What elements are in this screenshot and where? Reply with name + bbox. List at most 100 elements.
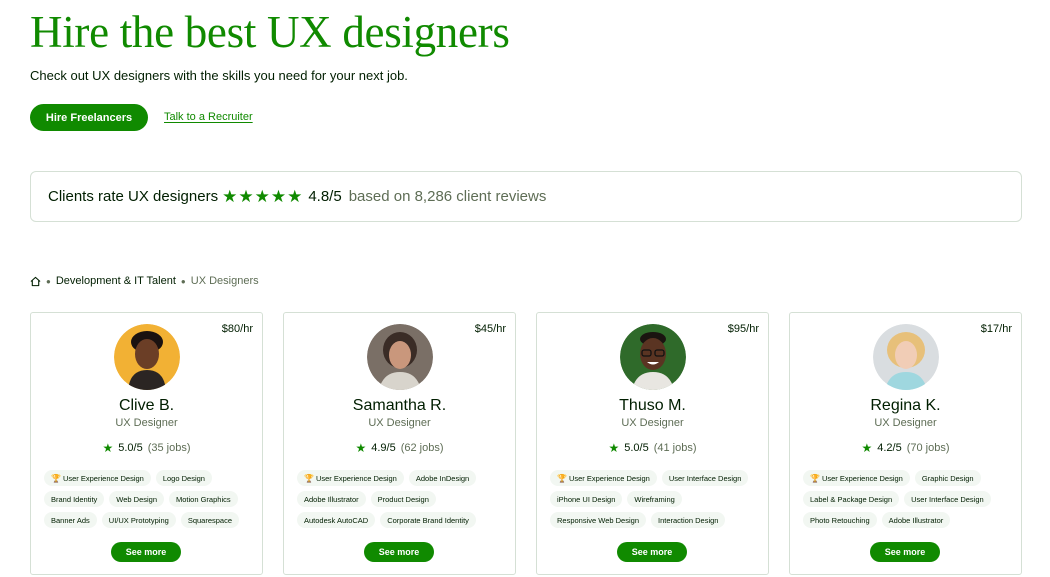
skill-tag[interactable]: Brand Identity (44, 491, 105, 507)
skill-tag[interactable]: iPhone UI Design (550, 491, 623, 507)
skill-tag-label: Product Design (377, 494, 429, 504)
hourly-rate: $45/hr (474, 323, 506, 335)
skill-tag-label: Motion Graphics (176, 494, 231, 504)
freelancer-role: UX Designer (368, 417, 431, 429)
avatar[interactable] (367, 324, 433, 390)
skill-tag-label: Adobe Illustrator (888, 515, 944, 525)
breadcrumb-category[interactable]: Development & IT Talent (56, 275, 176, 287)
star-icon: ★ (254, 187, 270, 206)
skill-tag[interactable]: 🏆 User Experience Design (550, 470, 657, 486)
star-icon: ★ (238, 187, 254, 206)
skill-tag[interactable]: Adobe Illustrator (297, 491, 366, 507)
skill-tag[interactable]: Interaction Design (651, 512, 726, 528)
see-more-button[interactable]: See more (364, 542, 434, 562)
see-more-button[interactable]: See more (617, 542, 687, 562)
skill-tag[interactable]: User Interface Design (661, 470, 749, 486)
freelancer-score: 5.0/5 (118, 442, 143, 454)
client-rating-banner: Clients rate UX designers ★ ★ ★ ★ ★ 4.8/… (30, 171, 1022, 222)
skill-tag[interactable]: Product Design (370, 491, 436, 507)
talk-to-recruiter-link[interactable]: Talk to a Recruiter (164, 111, 253, 123)
trophy-icon: 🏆 (810, 473, 820, 483)
skill-tag[interactable]: Web Design (109, 491, 164, 507)
star-icon: ★ (102, 441, 114, 455)
skill-tag-label: User Interface Design (911, 494, 984, 504)
freelancer-jobs: (35 jobs) (147, 442, 191, 454)
star-icon: ★ (270, 187, 287, 206)
page-subtitle: Check out UX designers with the skills y… (30, 68, 408, 83)
skill-tag[interactable]: Logo Design (155, 470, 212, 486)
rating-score: 4.8/5 (308, 188, 342, 205)
skill-tag-label: Graphic Design (921, 473, 974, 483)
skill-tag[interactable]: Motion Graphics (169, 491, 238, 507)
hire-freelancers-button[interactable]: Hire Freelancers (30, 104, 148, 131)
freelancer-score: 5.0/5 (624, 442, 649, 454)
breadcrumb: ● Development & IT Talent ● UX Designers (30, 275, 259, 287)
home-icon[interactable] (30, 276, 41, 287)
skill-tag[interactable]: User Interface Design (904, 491, 991, 507)
freelancer-rating: ★ 5.0/5 (41 jobs) (537, 441, 768, 455)
avatar[interactable] (873, 324, 939, 390)
skill-tag[interactable]: UI/UX Prototyping (101, 512, 176, 528)
skill-tag[interactable]: Adobe InDesign (408, 470, 477, 486)
star-icon: ★ (287, 187, 303, 206)
skill-tag[interactable]: Banner Ads (44, 512, 97, 528)
skill-tag[interactable]: 🏆 User Experience Design (44, 470, 151, 486)
skill-tag-label: iPhone UI Design (557, 494, 616, 504)
freelancer-rating: ★ 5.0/5 (35 jobs) (31, 441, 262, 455)
skill-tag[interactable]: 🏆 User Experience Design (297, 470, 404, 486)
freelancer-name[interactable]: Samantha R. (284, 397, 515, 415)
freelancer-card[interactable]: $45/hr Samantha R. UX Designer ★ 4.9/5 (… (283, 312, 516, 575)
skill-tag-label: Responsive Web Design (557, 515, 639, 525)
skill-tag[interactable]: Autodesk AutoCAD (297, 512, 376, 528)
trophy-icon: 🏆 (557, 473, 567, 483)
skill-tag-label: Corporate Brand Identity (387, 515, 469, 525)
skill-tag-label: User Experience Design (315, 473, 397, 483)
freelancer-card[interactable]: $80/hr Clive B. UX Designer ★ 5.0/5 (35 … (30, 312, 263, 575)
trophy-icon: 🏆 (51, 473, 61, 483)
freelancer-name[interactable]: Thuso M. (537, 397, 768, 415)
skill-tag[interactable]: Label & Package Design (803, 491, 900, 507)
skill-tag[interactable]: Adobe Illustrator (881, 512, 951, 528)
freelancer-rating: ★ 4.9/5 (62 jobs) (284, 441, 515, 455)
avatar[interactable] (620, 324, 686, 390)
breadcrumb-current: UX Designers (190, 275, 259, 287)
skill-tag[interactable]: Corporate Brand Identity (380, 512, 476, 528)
skill-tag-label: Autodesk AutoCAD (304, 515, 369, 525)
see-more-button[interactable]: See more (111, 542, 181, 562)
skill-tag[interactable]: Responsive Web Design (550, 512, 646, 528)
hourly-rate: $80/hr (221, 323, 253, 335)
avatar[interactable] (114, 324, 180, 390)
see-more-button[interactable]: See more (870, 542, 940, 562)
skill-tag[interactable]: Graphic Design (914, 470, 981, 486)
freelancer-card[interactable]: $95/hr Thuso M. UX Designer ★ 5.0/5 (41 … (536, 312, 769, 575)
star-icon: ★ (861, 441, 873, 455)
page-title: Hire the best UX designers (30, 7, 510, 57)
breadcrumb-separator: ● (46, 276, 51, 286)
skill-list: 🏆 User Experience Design User Interface De… (550, 470, 762, 528)
skill-tag-label: Banner Ads (51, 515, 90, 525)
rating-label: Clients rate UX designers (48, 188, 219, 205)
freelancer-jobs: (41 jobs) (653, 442, 697, 454)
freelancer-score: 4.9/5 (371, 442, 396, 454)
freelancer-card[interactable]: $17/hr Regina K. UX Designer ★ 4.2/5 (70… (789, 312, 1022, 575)
skill-tag-label: Photo Retouching (810, 515, 870, 525)
freelancer-name[interactable]: Clive B. (31, 397, 262, 415)
skill-tag-label: User Experience Design (821, 473, 903, 483)
skill-tag[interactable]: 🏆 User Experience Design (803, 470, 910, 486)
skill-list: 🏆 User Experience Design Adobe InDesign Ado… (297, 470, 509, 528)
skill-list: 🏆 User Experience Design Logo Design Brand … (44, 470, 256, 528)
hourly-rate: $17/hr (980, 323, 1012, 335)
rating-reviews: based on 8,286 client reviews (348, 188, 547, 205)
skill-tag-label: Brand Identity (51, 494, 98, 504)
skill-tag-label: Squarespace (187, 515, 233, 525)
freelancer-role: UX Designer (874, 417, 937, 429)
freelancer-score: 4.2/5 (877, 442, 902, 454)
skill-tag[interactable]: Squarespace (180, 512, 240, 528)
freelancer-jobs: (70 jobs) (906, 442, 950, 454)
freelancer-rating: ★ 4.2/5 (70 jobs) (790, 441, 1021, 455)
skill-tag[interactable]: Wireframing (627, 491, 682, 507)
star-icon: ★ (222, 187, 238, 206)
skill-tag[interactable]: Photo Retouching (803, 512, 877, 528)
skill-tag-label: Interaction Design (658, 515, 719, 525)
freelancer-name[interactable]: Regina K. (790, 397, 1021, 415)
